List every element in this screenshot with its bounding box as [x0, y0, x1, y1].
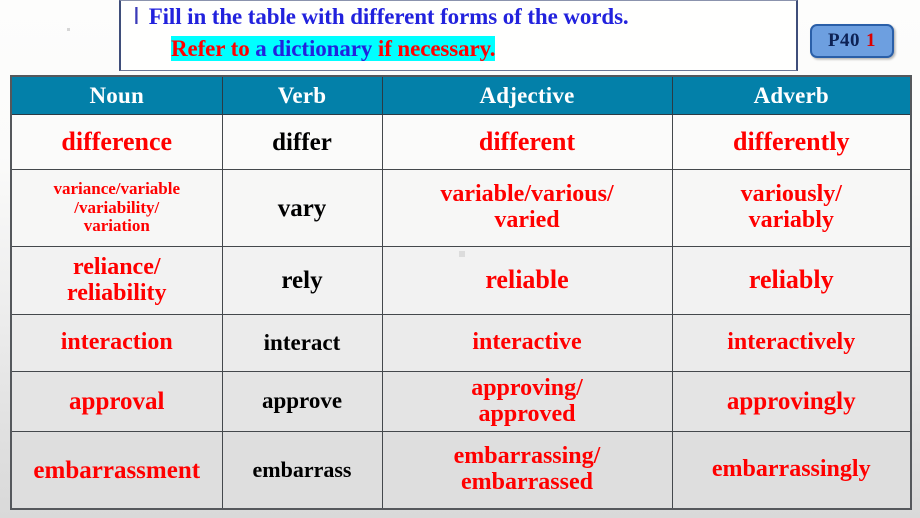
instruction-line-1: Ⅰ Fill in the table with different forms … [133, 4, 629, 30]
table-row: interaction interact interactive interac… [10, 314, 912, 372]
column-header-noun: Noun [10, 75, 223, 115]
page-reference-badge[interactable]: P40 1 [810, 24, 894, 58]
cell-noun-1: difference [10, 114, 223, 170]
cell-adjective-4: interactive [381, 314, 673, 372]
cell-adverb-2: variously/variably [671, 169, 912, 247]
cell-verb-1: differ [221, 114, 383, 170]
cell-adverb-3: reliably [671, 246, 912, 315]
slide-page: Ⅰ Fill in the table with different forms … [0, 0, 920, 518]
table-row: variance/variable/variability/variation … [10, 169, 912, 247]
cell-noun-3: reliance/reliability [10, 246, 223, 315]
column-header-adverb: Adverb [671, 75, 912, 115]
instruction-box: Ⅰ Fill in the table with different forms … [119, 0, 798, 71]
table-row: approval approve approving/approved appr… [10, 371, 912, 432]
cell-adjective-5: approving/approved [381, 371, 673, 432]
cell-verb-2: vary [221, 169, 383, 247]
cell-noun-6: embarrassment [10, 431, 223, 510]
cell-verb-3: rely [221, 246, 383, 315]
cell-adverb-4: interactively [671, 314, 912, 372]
cell-noun-2: variance/variable/variability/variation [10, 169, 223, 247]
cell-adjective-3: reliable [381, 246, 673, 315]
word-forms-table: Noun Verb Adjective Adverb difference di… [10, 75, 912, 510]
table-row: embarrassment embarrass embarrassing/emb… [10, 431, 912, 510]
table-header-row: Noun Verb Adjective Adverb [10, 75, 912, 115]
if-necessary-text: if necessary. [377, 36, 496, 61]
stray-dot-artifact [67, 28, 70, 31]
cell-adjective-2: variable/various/varied [381, 169, 673, 247]
cell-noun-4: interaction [10, 314, 223, 372]
stray-cell-artifact [459, 251, 465, 257]
cell-adverb-5: approvingly [671, 371, 912, 432]
instruction-line-2: Refer to a dictionary if necessary. [171, 36, 496, 62]
column-header-adjective: Adjective [381, 75, 673, 115]
cell-noun-5: approval [10, 371, 223, 432]
cell-adjective-1: different [381, 114, 673, 170]
cell-adjective-6: embarrassing/embarrassed [381, 431, 673, 510]
table-row: difference differ different differently [10, 114, 912, 170]
cell-verb-5: approve [221, 371, 383, 432]
page-badge-label: P40 [827, 30, 861, 51]
refer-to-text: Refer to [171, 36, 250, 61]
cell-verb-6: embarrass [221, 431, 383, 510]
cell-adverb-6: embarrassingly [671, 431, 912, 510]
page-badge-number: 1 [866, 30, 877, 51]
cell-verb-4: interact [221, 314, 383, 372]
cell-adverb-1: differently [671, 114, 912, 170]
a-dictionary-text: a dictionary [255, 36, 373, 61]
instruction-text: Fill in the table with different forms o… [148, 4, 629, 29]
roman-numeral-one: Ⅰ [133, 4, 140, 29]
column-header-verb: Verb [221, 75, 383, 115]
